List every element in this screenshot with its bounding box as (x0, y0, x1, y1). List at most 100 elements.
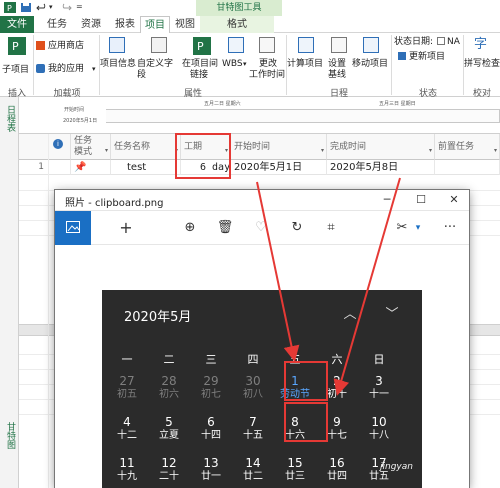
svg-text:P: P (7, 4, 12, 13)
chevron-down-icon[interactable]: ▾ (407, 217, 429, 239)
watermark: jingyan (380, 462, 413, 472)
start-cell[interactable]: 2020年5月1日 (231, 160, 327, 175)
lunar-label: 十五 (243, 430, 263, 441)
calendar-day: 30 初八 (232, 371, 274, 407)
custom-fields-icon (151, 37, 167, 53)
day-number: 30 (245, 374, 261, 388)
my-apps-button[interactable]: 我的应用 ▾ (36, 64, 98, 76)
timeline-tick: 五月三日 星期日 (379, 101, 416, 107)
wbs-icon (228, 37, 244, 53)
calculate-project-button[interactable]: 计算项目 (287, 37, 325, 77)
rotate-icon[interactable]: ↻ (286, 217, 308, 239)
finish-column-header[interactable]: 完成时间 ▾ (327, 134, 435, 160)
spelling-button[interactable]: 字 拼写检查 (464, 37, 500, 77)
add-icon[interactable]: + (115, 217, 137, 239)
day-number: 27 (119, 374, 135, 388)
day-number: 29 (203, 374, 219, 388)
weekday-label: 三 (205, 353, 217, 366)
links-label-2: 链接 (190, 70, 209, 80)
filter-dropdown-icon[interactable]: ▾ (105, 145, 108, 156)
project-info-icon (109, 37, 125, 53)
ribbon-tabs: 文件 任务 资源 报表 项目 视图 格式 (0, 16, 500, 34)
tab-format[interactable]: 格式 (200, 16, 274, 33)
store-icon (36, 41, 45, 50)
move-project-button[interactable]: 移动项目 (352, 37, 390, 77)
undo-icon[interactable] (36, 2, 48, 13)
gantt-side-bar: 甘特图 (0, 134, 19, 488)
day-number: 7 (249, 415, 257, 429)
set-baseline-button[interactable]: 设置 基线 (326, 37, 352, 83)
task-mode-cell[interactable]: 📌 (71, 160, 111, 175)
image-viewer: 2020年5月 ︿ ﹀ 一二三四五六日 27 初五 28 初六 29 初七 30 初八 1 劳动节… (55, 245, 469, 488)
context-tab-title: 甘特图工具 (196, 0, 282, 16)
tab-task[interactable]: 任务 (44, 16, 70, 33)
calendar-icon (437, 37, 445, 45)
timeline[interactable]: 开始时间 2020年5月1日 五月二日 星期六 五月三日 星期日 (19, 97, 500, 134)
ribbon-separator (391, 35, 392, 95)
timeline-tick: 五月二日 星期六 (204, 101, 241, 107)
wbs-button[interactable]: WBS ▾ (222, 37, 250, 77)
calendar-day: 15 廿三 (274, 453, 316, 488)
status-date-button[interactable]: 状态日期: NA (394, 37, 460, 49)
photos-title-bar: 照片 - clipboard.png ─ ☐ ✕ (55, 190, 469, 211)
day-number: 16 (329, 456, 345, 470)
auto-scheduled-icon: 📌 (74, 162, 87, 173)
info-cell (49, 160, 71, 175)
links-between-projects-button[interactable]: P 在项目间 链接 (182, 37, 222, 83)
change-working-time-button[interactable]: 更改 工作时间 (249, 37, 285, 83)
tab-file[interactable]: 文件 (0, 16, 34, 33)
more-options-icon[interactable]: ··· (439, 217, 461, 239)
timeline-start-label: 开始时间 (64, 107, 85, 113)
filter-dropdown-icon[interactable]: ▾ (321, 145, 324, 156)
move-project-icon (363, 37, 379, 53)
custom-fields-button[interactable]: 自定义字段 (137, 37, 181, 80)
day-number: 3 (375, 374, 383, 388)
predecessors-cell[interactable] (435, 160, 500, 175)
svg-text:P: P (197, 40, 204, 53)
wbs-label: WBS (222, 59, 243, 69)
app-store-button[interactable]: 应用商店 (36, 41, 98, 53)
tab-project[interactable]: 项目 (140, 16, 170, 34)
status-date-value: NA (447, 37, 460, 47)
timeline-bar[interactable] (106, 109, 500, 123)
redo-icon[interactable] (60, 2, 72, 13)
start-column-header[interactable]: 开始时间 ▾ (231, 134, 327, 160)
row-number-header (19, 134, 49, 160)
predecessors-column-header[interactable]: 前置任务 ▾ (435, 134, 500, 160)
timeline-start-date: 2020年5月1日 (63, 118, 98, 124)
project-info-button[interactable]: 项目信息 (100, 37, 136, 77)
collection-button[interactable] (55, 211, 91, 245)
info-column-header[interactable]: i (49, 134, 71, 160)
zoom-in-icon[interactable]: ⊕ (179, 217, 201, 239)
task-mode-header-label: 任务模式 (74, 136, 93, 157)
row-number[interactable]: 1 (19, 160, 49, 175)
update-project-button[interactable]: 更新项目 (398, 52, 458, 64)
task-mode-column-header[interactable]: 任务模式 ▾ (71, 134, 111, 160)
finish-cell[interactable]: 2020年5月8日 (327, 160, 435, 175)
calendar-day: 28 初六 (148, 371, 190, 407)
close-icon[interactable]: ✕ (446, 192, 462, 208)
project-info-label: 项目信息 (100, 59, 137, 69)
minimize-icon[interactable]: ─ (379, 192, 395, 208)
filter-dropdown-icon[interactable]: ▾ (494, 145, 497, 156)
links-icon: P (193, 37, 211, 55)
day-number: 6 (207, 415, 215, 429)
save-icon[interactable] (20, 2, 32, 13)
task-name-cell[interactable]: test (111, 160, 181, 175)
calendar-day: 27 初五 (106, 371, 148, 407)
crop-icon[interactable]: ⌗ (320, 217, 342, 239)
lunar-label: 初六 (159, 389, 179, 400)
tab-view[interactable]: 视图 (172, 16, 198, 33)
subproject-button[interactable]: P 子项目 (2, 37, 32, 85)
task-name-column-header[interactable]: 任务名称 ▾ (111, 134, 181, 160)
favorite-icon[interactable]: ♡ (250, 217, 272, 239)
lunar-label: 初八 (243, 389, 263, 400)
tab-report[interactable]: 报表 (112, 16, 138, 33)
filter-dropdown-icon[interactable]: ▾ (429, 145, 432, 156)
customize-quick-access-icon[interactable]: = (76, 2, 88, 13)
predecessors-header-label: 前置任务 (438, 142, 475, 152)
lunar-label: 十二 (117, 430, 137, 441)
delete-icon[interactable]: 🗑 (214, 217, 236, 239)
maximize-icon[interactable]: ☐ (413, 192, 429, 208)
tab-resource[interactable]: 资源 (78, 16, 104, 33)
